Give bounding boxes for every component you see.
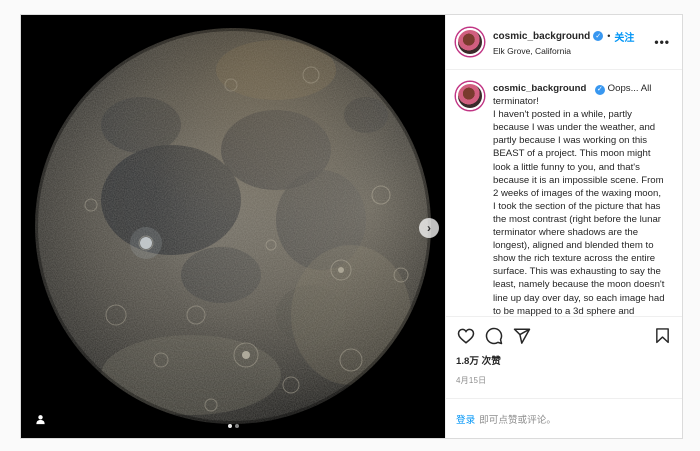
like-count[interactable]: 1.8万 次赞 [456, 353, 672, 367]
carousel-dot-active [227, 424, 232, 428]
login-prompt-bar: 登录 即可点赞或评论。 [446, 398, 682, 438]
post-card: › cosmic_background ✓ • 关注 Elk Grove, Ca… [20, 14, 683, 439]
moon-photo [21, 15, 445, 438]
caption-section: cosmic_background ✓ Oops... All terminat… [446, 70, 682, 316]
post-media[interactable]: › [21, 15, 445, 438]
share-icon[interactable] [512, 326, 532, 346]
post-location[interactable]: Elk Grove, California [493, 46, 654, 56]
post-header: cosmic_background ✓ • 关注 Elk Grove, Cali… [446, 15, 682, 70]
caption-username[interactable]: cosmic_background [493, 83, 586, 94]
post-side-panel: cosmic_background ✓ • 关注 Elk Grove, Cali… [445, 15, 682, 438]
comment-icon[interactable] [484, 326, 504, 346]
chevron-right-icon: › [427, 221, 431, 235]
login-prompt-text: 即可点赞或评论。 [479, 414, 556, 426]
next-image-button[interactable]: › [419, 218, 439, 238]
follow-button[interactable]: 关注 [614, 29, 634, 44]
more-options-icon[interactable]: ••• [654, 35, 670, 49]
author-avatar[interactable] [456, 28, 484, 56]
bookmark-icon[interactable] [652, 326, 672, 346]
caption-text-block: cosmic_background ✓ Oops... All terminat… [493, 82, 666, 316]
post-actions: 1.8万 次赞 4月15日 [446, 316, 682, 398]
post-date[interactable]: 4月15日 [456, 375, 672, 386]
verified-badge-icon: ✓ [593, 31, 604, 41]
separator-dot: • [607, 31, 611, 41]
heart-icon[interactable] [456, 326, 476, 346]
login-link[interactable]: 登录 [456, 412, 475, 426]
author-username[interactable]: cosmic_background [493, 31, 590, 42]
caption-verified-badge-icon: ✓ [594, 84, 605, 95]
carousel-dot [234, 424, 239, 428]
caption-author-avatar[interactable] [456, 82, 484, 110]
author-info: cosmic_background ✓ • 关注 Elk Grove, Cali… [493, 29, 654, 56]
carousel-indicator [21, 424, 445, 428]
caption-body-text: I haven't posted in a while, partly beca… [493, 109, 665, 316]
